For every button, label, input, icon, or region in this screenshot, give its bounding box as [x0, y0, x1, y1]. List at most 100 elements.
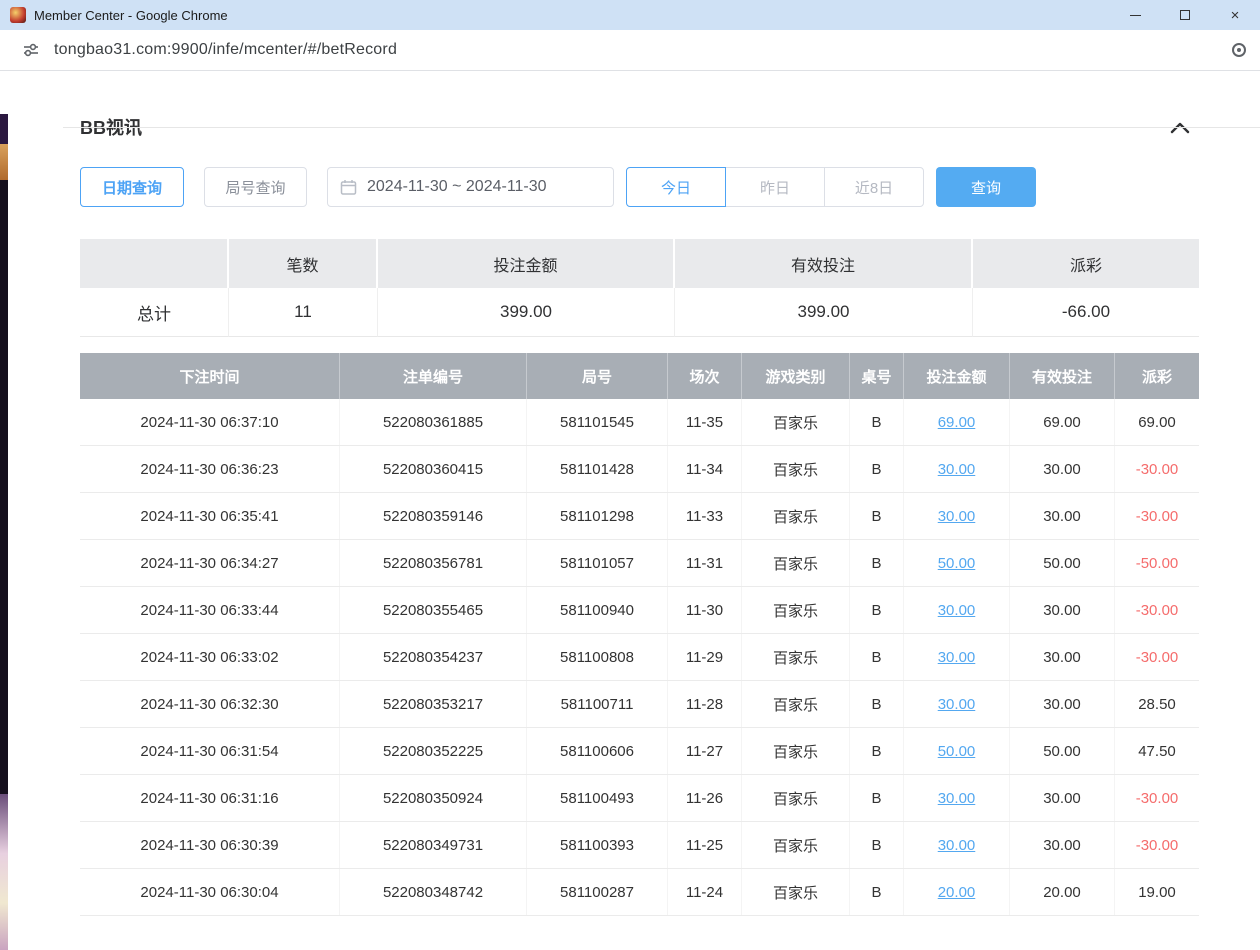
- summary-header-cell: [80, 239, 229, 288]
- table-row: 2024-11-30 06:34:27522080356781581101057…: [80, 540, 1199, 587]
- cell-bet-amount: 30.00: [904, 681, 1010, 727]
- table-cell: 522080359146: [340, 493, 527, 539]
- table-cell: 522080349731: [340, 822, 527, 868]
- background-decoration: [0, 114, 8, 144]
- table-cell: 百家乐: [742, 399, 850, 445]
- quick-today-button[interactable]: 今日: [626, 167, 726, 207]
- table-row: 2024-11-30 06:33:02522080354237581100808…: [80, 634, 1199, 681]
- round-query-button[interactable]: 局号查询: [204, 167, 307, 207]
- table-cell: 20.00: [1010, 869, 1115, 915]
- table-cell: 百家乐: [742, 728, 850, 774]
- cell-bet-amount: 20.00: [904, 869, 1010, 915]
- table-cell: 百家乐: [742, 775, 850, 821]
- table-header-cell: 下注时间: [80, 353, 340, 399]
- table-cell: 11-31: [668, 540, 742, 586]
- table-cell: 69.00: [1010, 399, 1115, 445]
- table-cell: B: [850, 493, 904, 539]
- table-cell: 30.00: [1010, 446, 1115, 492]
- cell-bet-amount: 30.00: [904, 634, 1010, 680]
- date-range-value: 2024-11-30 ~ 2024-11-30: [367, 178, 547, 196]
- bet-amount-link[interactable]: 30.00: [938, 602, 976, 619]
- table-header-cell: 游戏类别: [742, 353, 850, 399]
- table-cell: 百家乐: [742, 634, 850, 680]
- bet-amount-link[interactable]: 20.00: [938, 884, 976, 901]
- table-cell: -30.00: [1115, 446, 1199, 492]
- table-header-cell: 有效投注: [1010, 353, 1115, 399]
- table-cell: 28.50: [1115, 681, 1199, 727]
- table-cell: 581100287: [527, 869, 668, 915]
- bet-amount-link[interactable]: 30.00: [938, 790, 976, 807]
- table-cell: 19.00: [1115, 869, 1199, 915]
- table-cell: -50.00: [1115, 540, 1199, 586]
- bet-amount-link[interactable]: 69.00: [938, 414, 976, 431]
- cell-bet-amount: 50.00: [904, 728, 1010, 774]
- table-cell: 11-28: [668, 681, 742, 727]
- table-cell: 11-33: [668, 493, 742, 539]
- cell-bet-amount: 50.00: [904, 540, 1010, 586]
- table-cell: B: [850, 587, 904, 633]
- table-cell: 522080348742: [340, 869, 527, 915]
- table-cell: 581100606: [527, 728, 668, 774]
- browser-url-bar[interactable]: tongbao31.com:9900/infe/mcenter/#/betRec…: [0, 30, 1260, 71]
- browser-action-icon[interactable]: [1232, 43, 1246, 57]
- table-cell: 11-34: [668, 446, 742, 492]
- table-cell: 百家乐: [742, 869, 850, 915]
- table-row: 2024-11-30 06:31:54522080352225581100606…: [80, 728, 1199, 775]
- cell-bet-amount: 30.00: [904, 822, 1010, 868]
- bet-amount-link[interactable]: 30.00: [938, 508, 976, 525]
- date-range-input[interactable]: 2024-11-30 ~ 2024-11-30: [327, 167, 614, 207]
- table-cell: 11-35: [668, 399, 742, 445]
- table-row: 2024-11-30 06:30:39522080349731581100393…: [80, 822, 1199, 869]
- table-cell: 69.00: [1115, 399, 1199, 445]
- summary-header-cell: 派彩: [973, 239, 1199, 288]
- table-cell: 522080360415: [340, 446, 527, 492]
- top-divider: [63, 127, 1260, 128]
- bet-amount-link[interactable]: 30.00: [938, 696, 976, 713]
- bet-amount-link[interactable]: 50.00: [938, 555, 976, 572]
- url-text[interactable]: tongbao31.com:9900/infe/mcenter/#/betRec…: [54, 41, 397, 59]
- table-cell: -30.00: [1115, 822, 1199, 868]
- table-cell: 11-24: [668, 869, 742, 915]
- table-cell: 30.00: [1010, 822, 1115, 868]
- table-cell: 581100940: [527, 587, 668, 633]
- close-button[interactable]: ×: [1210, 0, 1260, 30]
- table-cell: 2024-11-30 06:32:30: [80, 681, 340, 727]
- table-cell: 2024-11-30 06:34:27: [80, 540, 340, 586]
- bet-record-page: BB视讯 日期查询 局号查询 2024-11-30 ~ 2024-11-30 今…: [0, 114, 1260, 950]
- quick-8days-button[interactable]: 近8日: [824, 167, 924, 207]
- table-cell: 581100808: [527, 634, 668, 680]
- table-cell: 522080361885: [340, 399, 527, 445]
- table-cell: 522080353217: [340, 681, 527, 727]
- filter-toolbar: 日期查询 局号查询 2024-11-30 ~ 2024-11-30 今日 昨日 …: [80, 167, 1260, 207]
- table-cell: 2024-11-30 06:31:16: [80, 775, 340, 821]
- table-cell: 522080352225: [340, 728, 527, 774]
- summary-header-row: 笔数 投注金额 有效投注 派彩: [80, 239, 1199, 288]
- bet-amount-link[interactable]: 30.00: [938, 649, 976, 666]
- maximize-button[interactable]: [1160, 0, 1210, 30]
- quick-yesterday-button[interactable]: 昨日: [725, 167, 825, 207]
- table-cell: B: [850, 446, 904, 492]
- background-page-strip: [0, 114, 8, 950]
- bet-amount-link[interactable]: 30.00: [938, 837, 976, 854]
- table-cell: 581100493: [527, 775, 668, 821]
- summary-total-row: 总计 11 399.00 399.00 -66.00: [80, 288, 1199, 337]
- background-decoration: [0, 144, 8, 180]
- maximize-icon: [1180, 10, 1190, 20]
- minimize-button[interactable]: [1110, 0, 1160, 30]
- table-cell: B: [850, 399, 904, 445]
- search-button[interactable]: 查询: [936, 167, 1036, 207]
- bet-amount-link[interactable]: 50.00: [938, 743, 976, 760]
- table-cell: 11-29: [668, 634, 742, 680]
- table-cell: 581101057: [527, 540, 668, 586]
- table-cell: 百家乐: [742, 681, 850, 727]
- bet-amount-link[interactable]: 30.00: [938, 461, 976, 478]
- date-query-button[interactable]: 日期查询: [80, 167, 184, 207]
- site-info-icon[interactable]: [22, 41, 40, 59]
- app-icon: [10, 7, 26, 23]
- table-cell: 50.00: [1010, 728, 1115, 774]
- summary-total-label: 总计: [80, 288, 229, 337]
- table-cell: B: [850, 681, 904, 727]
- table-cell: B: [850, 540, 904, 586]
- table-header-cell: 派彩: [1115, 353, 1199, 399]
- table-cell: 30.00: [1010, 493, 1115, 539]
